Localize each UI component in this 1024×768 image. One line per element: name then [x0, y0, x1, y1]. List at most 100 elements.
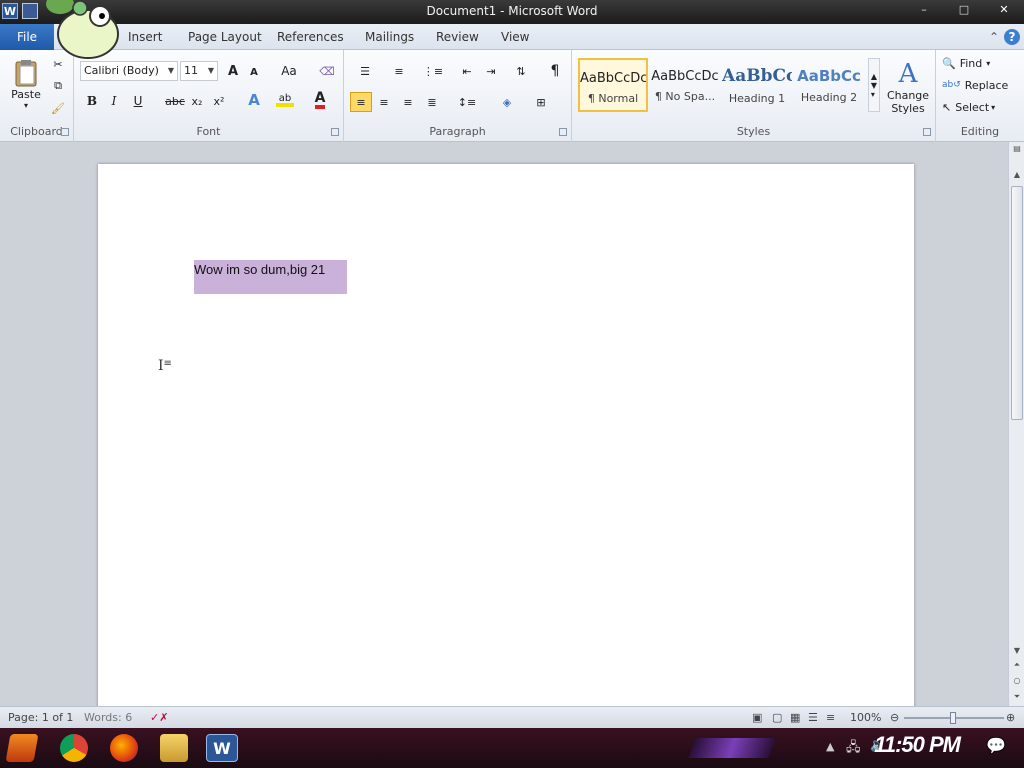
- chrome-icon[interactable]: [60, 734, 88, 762]
- frog-sticker-icon: [46, 0, 119, 59]
- font-group: Calibri (Body) ▼ 11 ▼ A A Aa ⌫ B I U abc x…: [74, 50, 344, 142]
- maximize-button[interactable]: □: [944, 0, 984, 22]
- sort-icon[interactable]: ⇅: [512, 62, 530, 80]
- format-painter-icon[interactable]: 🖌: [50, 100, 66, 116]
- tab-review[interactable]: Review: [436, 24, 479, 50]
- close-button[interactable]: ✕: [984, 0, 1024, 22]
- bold-button[interactable]: B: [84, 92, 100, 110]
- document-page[interactable]: Wow im so dum,big 21 I≡: [98, 164, 914, 724]
- change-styles-icon: A: [898, 59, 918, 89]
- network-icon[interactable]: 🖧: [846, 738, 861, 760]
- minimize-ribbon-icon[interactable]: ⌃: [986, 29, 1002, 45]
- editing-group: 🔍 Find ▾ ab↺ Replace ↖ Select ▾ Editing: [936, 50, 1024, 142]
- style-heading-1[interactable]: AaBbCc Heading 1: [722, 58, 792, 112]
- taskbar: W ▲ 🖧 🔈 11:50 PM 💬: [0, 728, 1024, 768]
- style-heading-2[interactable]: AaBbCc Heading 2: [794, 58, 864, 112]
- font-name-select[interactable]: Calibri (Body) ▼: [80, 61, 178, 81]
- styles-scroll-icon[interactable]: ▲ ▼ ▾: [868, 58, 880, 112]
- notifications-icon[interactable]: 💬: [986, 736, 1006, 755]
- selected-text-highlight[interactable]: Wow im so dum,big 21: [194, 260, 347, 294]
- underline-button[interactable]: U: [130, 92, 146, 110]
- browse-object-icon[interactable]: ○: [1009, 676, 1024, 685]
- align-center-icon[interactable]: ≡: [374, 92, 394, 112]
- word-taskbar-icon[interactable]: W: [206, 734, 238, 762]
- font-color-button[interactable]: A: [310, 90, 330, 110]
- scroll-thumb[interactable]: [1011, 186, 1023, 420]
- ruler-toggle-icon[interactable]: ▤: [1009, 144, 1024, 153]
- scroll-down-icon[interactable]: ▼: [1009, 646, 1024, 655]
- page-count[interactable]: Page: 1 of 1: [8, 711, 73, 724]
- clipboard-launcher-icon[interactable]: [61, 128, 69, 136]
- change-styles-label: Change Styles: [886, 89, 930, 115]
- font-size-select[interactable]: 11 ▼: [180, 61, 218, 81]
- style-normal[interactable]: AaBbCcDc ¶ Normal: [578, 58, 648, 112]
- zoom-slider[interactable]: [904, 712, 1004, 724]
- proofing-icon[interactable]: ✓✗: [150, 711, 168, 724]
- tab-mailings[interactable]: Mailings: [365, 24, 414, 50]
- find-button[interactable]: 🔍 Find ▾: [942, 54, 1020, 72]
- tab-page-layout[interactable]: Page Layout: [188, 24, 262, 50]
- grow-font-button[interactable]: A: [224, 62, 242, 80]
- subscript-button[interactable]: x₂: [188, 92, 206, 110]
- minimize-button[interactable]: –: [904, 0, 944, 22]
- select-button[interactable]: ↖ Select ▾: [942, 98, 1020, 116]
- scroll-up-icon[interactable]: ▲: [1009, 170, 1024, 179]
- paste-button[interactable]: Paste ▾: [8, 56, 44, 112]
- style-heading-2-sample: AaBbCc: [797, 67, 861, 85]
- replace-button[interactable]: ab↺ Replace: [942, 76, 1020, 94]
- show-formatting-button[interactable]: ¶: [546, 62, 564, 80]
- help-icon[interactable]: ?: [1004, 29, 1020, 45]
- superscript-button[interactable]: x²: [210, 92, 228, 110]
- justify-icon[interactable]: ≣: [422, 92, 442, 112]
- font-name-value: Calibri (Body): [84, 64, 159, 77]
- view-outline-icon[interactable]: ☰: [808, 711, 818, 724]
- font-launcher-icon[interactable]: [331, 128, 339, 136]
- highlight-icon[interactable]: ab: [274, 90, 296, 110]
- font-label: Font: [196, 125, 221, 138]
- clear-formatting-icon[interactable]: ⌫: [318, 62, 336, 80]
- numbering-icon[interactable]: ≡: [386, 62, 412, 80]
- paragraph-launcher-icon[interactable]: [559, 128, 567, 136]
- line-spacing-icon[interactable]: ↕≡: [454, 92, 480, 112]
- align-left-icon[interactable]: ≡: [350, 92, 372, 112]
- align-right-icon[interactable]: ≡: [398, 92, 418, 112]
- bullets-icon[interactable]: ☰: [352, 62, 378, 80]
- text-effects-icon[interactable]: A: [244, 90, 264, 110]
- clock[interactable]: 11:50 PM: [874, 732, 961, 758]
- next-page-icon[interactable]: ⏷: [1009, 692, 1024, 702]
- view-web-layout-icon[interactable]: ▦: [790, 711, 800, 724]
- decrease-indent-icon[interactable]: ⇤: [458, 62, 476, 80]
- style-heading-1-sample: AaBbCc: [722, 66, 792, 86]
- increase-indent-icon[interactable]: ⇥: [482, 62, 500, 80]
- italic-button[interactable]: I: [106, 92, 122, 110]
- view-draft-icon[interactable]: ≡: [826, 711, 835, 724]
- zoom-level[interactable]: 100%: [850, 711, 881, 724]
- view-full-screen-icon[interactable]: ▢: [772, 711, 782, 724]
- style-no-spacing[interactable]: AaBbCcDc ¶ No Spa...: [650, 58, 720, 112]
- tab-references[interactable]: References: [277, 24, 344, 50]
- start-button-icon[interactable]: [5, 734, 39, 762]
- borders-icon[interactable]: ⊞: [528, 92, 554, 112]
- zoom-out-icon[interactable]: ⊖: [890, 711, 899, 724]
- multilevel-list-icon[interactable]: ⋮≡: [420, 62, 446, 80]
- change-case-button[interactable]: Aa: [278, 62, 300, 80]
- view-print-layout-icon[interactable]: ▣: [752, 711, 762, 724]
- shading-icon[interactable]: ◈: [494, 92, 520, 112]
- shrink-font-button[interactable]: A: [246, 64, 262, 80]
- strikethrough-button[interactable]: abc: [164, 92, 186, 110]
- vertical-scrollbar[interactable]: ▤ ▲ ▼ ⏶ ○ ⏷: [1008, 142, 1024, 706]
- file-explorer-icon[interactable]: [160, 734, 188, 762]
- style-no-spacing-sample: AaBbCcDc: [651, 69, 719, 84]
- change-styles-button[interactable]: A Change Styles: [884, 54, 932, 120]
- zoom-in-icon[interactable]: ⊕: [1006, 711, 1015, 724]
- tab-view[interactable]: View: [501, 24, 529, 50]
- tray-expand-icon[interactable]: ▲: [826, 740, 834, 753]
- previous-page-icon[interactable]: ⏶: [1009, 660, 1024, 670]
- styles-group: AaBbCcDc ¶ Normal AaBbCcDc ¶ No Spa... A…: [572, 50, 936, 142]
- styles-launcher-icon[interactable]: [923, 128, 931, 136]
- copy-icon[interactable]: ⧉: [50, 78, 66, 94]
- paste-icon: [15, 60, 37, 87]
- word-count[interactable]: Words: 6: [84, 711, 132, 724]
- document-text[interactable]: Wow im so dum,big 21: [194, 262, 325, 277]
- firefox-icon[interactable]: [110, 734, 138, 762]
